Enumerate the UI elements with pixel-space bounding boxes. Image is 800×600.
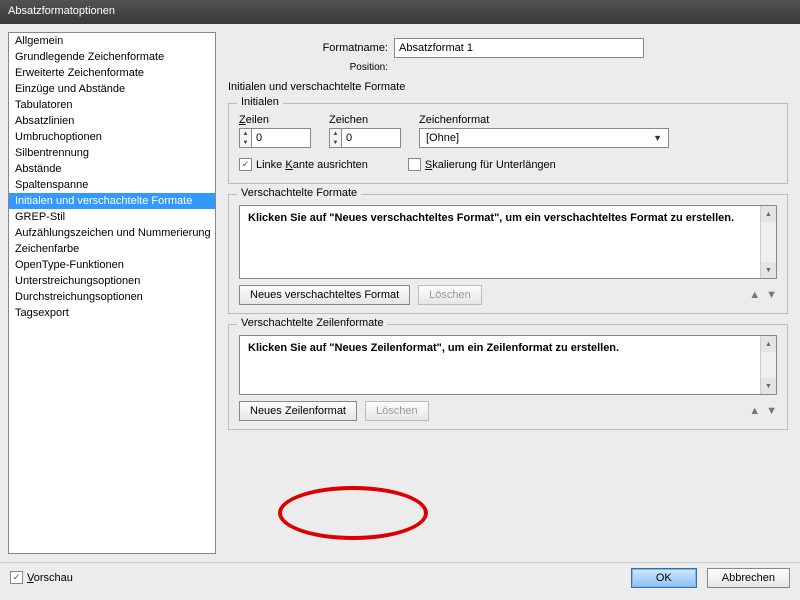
sidebar-item-1[interactable]: Grundlegende Zeichenformate [9, 49, 215, 65]
nested-hint: Klicken Sie auf "Neues verschachteltes F… [248, 212, 734, 224]
nested-line-styles-list[interactable]: Klicken Sie auf "Neues Zeilenformat", um… [239, 335, 777, 395]
delete-line-style-button: Löschen [365, 401, 429, 421]
delete-nested-style-button: Löschen [418, 285, 482, 305]
main-panel: Formatname: Position: Initialen und vers… [224, 32, 792, 554]
cancel-button[interactable]: Abbrechen [707, 568, 790, 588]
scroll-down-icon[interactable]: ▼ [761, 378, 776, 394]
move-down-icon[interactable]: ▼ [766, 289, 777, 301]
charstyle-dropdown[interactable]: [Ohne] ▼ [419, 128, 669, 148]
align-left-checkbox-row[interactable]: ✓ Linke Kante ausrichten [239, 158, 368, 171]
scroll-down-icon[interactable]: ▼ [761, 262, 776, 278]
initials-legend: Initialen [237, 96, 283, 108]
sidebar-item-9[interactable]: Spaltenspanne [9, 177, 215, 193]
lines-label: Zeilen [239, 114, 311, 126]
nested-line-styles-group: Verschachtelte Zeilenformate Klicken Sie… [228, 324, 788, 430]
move-up-icon[interactable]: ▲ [749, 405, 760, 417]
nested-lines-hint: Klicken Sie auf "Neues Zeilenformat", um… [248, 342, 619, 354]
chars-spinner[interactable]: ▲▼ [329, 128, 341, 148]
scroll-up-icon[interactable]: ▲ [761, 336, 776, 352]
sidebar-item-5[interactable]: Absatzlinien [9, 113, 215, 129]
sidebar-item-14[interactable]: OpenType-Funktionen [9, 257, 215, 273]
dialog-footer: ✓ Vorschau OK Abbrechen [0, 562, 800, 592]
move-down-icon[interactable]: ▼ [766, 405, 777, 417]
sidebar-item-13[interactable]: Zeichenfarbe [9, 241, 215, 257]
scrollbar[interactable]: ▲ ▼ [760, 206, 776, 278]
nested-styles-group: Verschachtelte Formate Klicken Sie auf "… [228, 194, 788, 314]
section-title: Initialen und verschachtelte Formate [228, 81, 788, 93]
new-line-style-button[interactable]: Neues Zeilenformat [239, 401, 357, 421]
sidebar-item-17[interactable]: Tagsexport [9, 305, 215, 321]
sidebar-item-2[interactable]: Erweiterte Zeichenformate [9, 65, 215, 81]
lines-spinner[interactable]: ▲▼ [239, 128, 251, 148]
preview-label: Vorschau [27, 572, 73, 584]
position-label: Position: [228, 62, 388, 73]
formatname-input[interactable] [394, 38, 644, 58]
sidebar-item-6[interactable]: Umbruchoptionen [9, 129, 215, 145]
sidebar-item-7[interactable]: Silbentrennung [9, 145, 215, 161]
charstyle-label: Zeichenformat [419, 114, 777, 126]
descenders-checkbox-row[interactable]: Skalierung für Unterlängen [408, 158, 556, 171]
descenders-checkbox[interactable] [408, 158, 421, 171]
sidebar-item-16[interactable]: Durchstreichungsoptionen [9, 289, 215, 305]
nested-legend: Verschachtelte Formate [237, 187, 361, 199]
descenders-label: Skalierung für Unterlängen [425, 159, 556, 171]
nested-styles-list[interactable]: Klicken Sie auf "Neues verschachteltes F… [239, 205, 777, 279]
initials-group: Initialen Zeilen ▲▼ Zeichen ▲▼ [228, 103, 788, 184]
new-nested-style-button[interactable]: Neues verschachteltes Format [239, 285, 410, 305]
category-sidebar[interactable]: AllgemeinGrundlegende ZeichenformateErwe… [8, 32, 216, 554]
chars-input[interactable] [341, 128, 401, 148]
align-left-label: Linke Kante ausrichten [256, 159, 368, 171]
preview-checkbox[interactable]: ✓ [10, 571, 23, 584]
nested-lines-legend: Verschachtelte Zeilenformate [237, 317, 387, 329]
dialog-window: Absatzformatoptionen AllgemeinGrundlegen… [0, 0, 800, 600]
sidebar-item-12[interactable]: Aufzählungszeichen und Nummerierung [9, 225, 215, 241]
titlebar: Absatzformatoptionen [0, 0, 800, 24]
chars-label: Zeichen [329, 114, 401, 126]
scroll-up-icon[interactable]: ▲ [761, 206, 776, 222]
scrollbar[interactable]: ▲ ▼ [760, 336, 776, 394]
chevron-down-icon: ▼ [653, 133, 662, 143]
sidebar-item-10[interactable]: Initialen und verschachtelte Formate [9, 193, 215, 209]
sidebar-item-15[interactable]: Unterstreichungsoptionen [9, 273, 215, 289]
lines-input[interactable] [251, 128, 311, 148]
sidebar-item-4[interactable]: Tabulatoren [9, 97, 215, 113]
preview-checkbox-row[interactable]: ✓ Vorschau [10, 571, 73, 584]
align-left-checkbox[interactable]: ✓ [239, 158, 252, 171]
content-area: AllgemeinGrundlegende ZeichenformateErwe… [0, 24, 800, 562]
sidebar-item-8[interactable]: Abstände [9, 161, 215, 177]
ok-button[interactable]: OK [631, 568, 697, 588]
charstyle-value: [Ohne] [426, 132, 459, 144]
sidebar-item-3[interactable]: Einzüge und Abstände [9, 81, 215, 97]
sidebar-item-0[interactable]: Allgemein [9, 33, 215, 49]
sidebar-item-11[interactable]: GREP-Stil [9, 209, 215, 225]
move-up-icon[interactable]: ▲ [749, 289, 760, 301]
formatname-label: Formatname: [228, 42, 388, 54]
